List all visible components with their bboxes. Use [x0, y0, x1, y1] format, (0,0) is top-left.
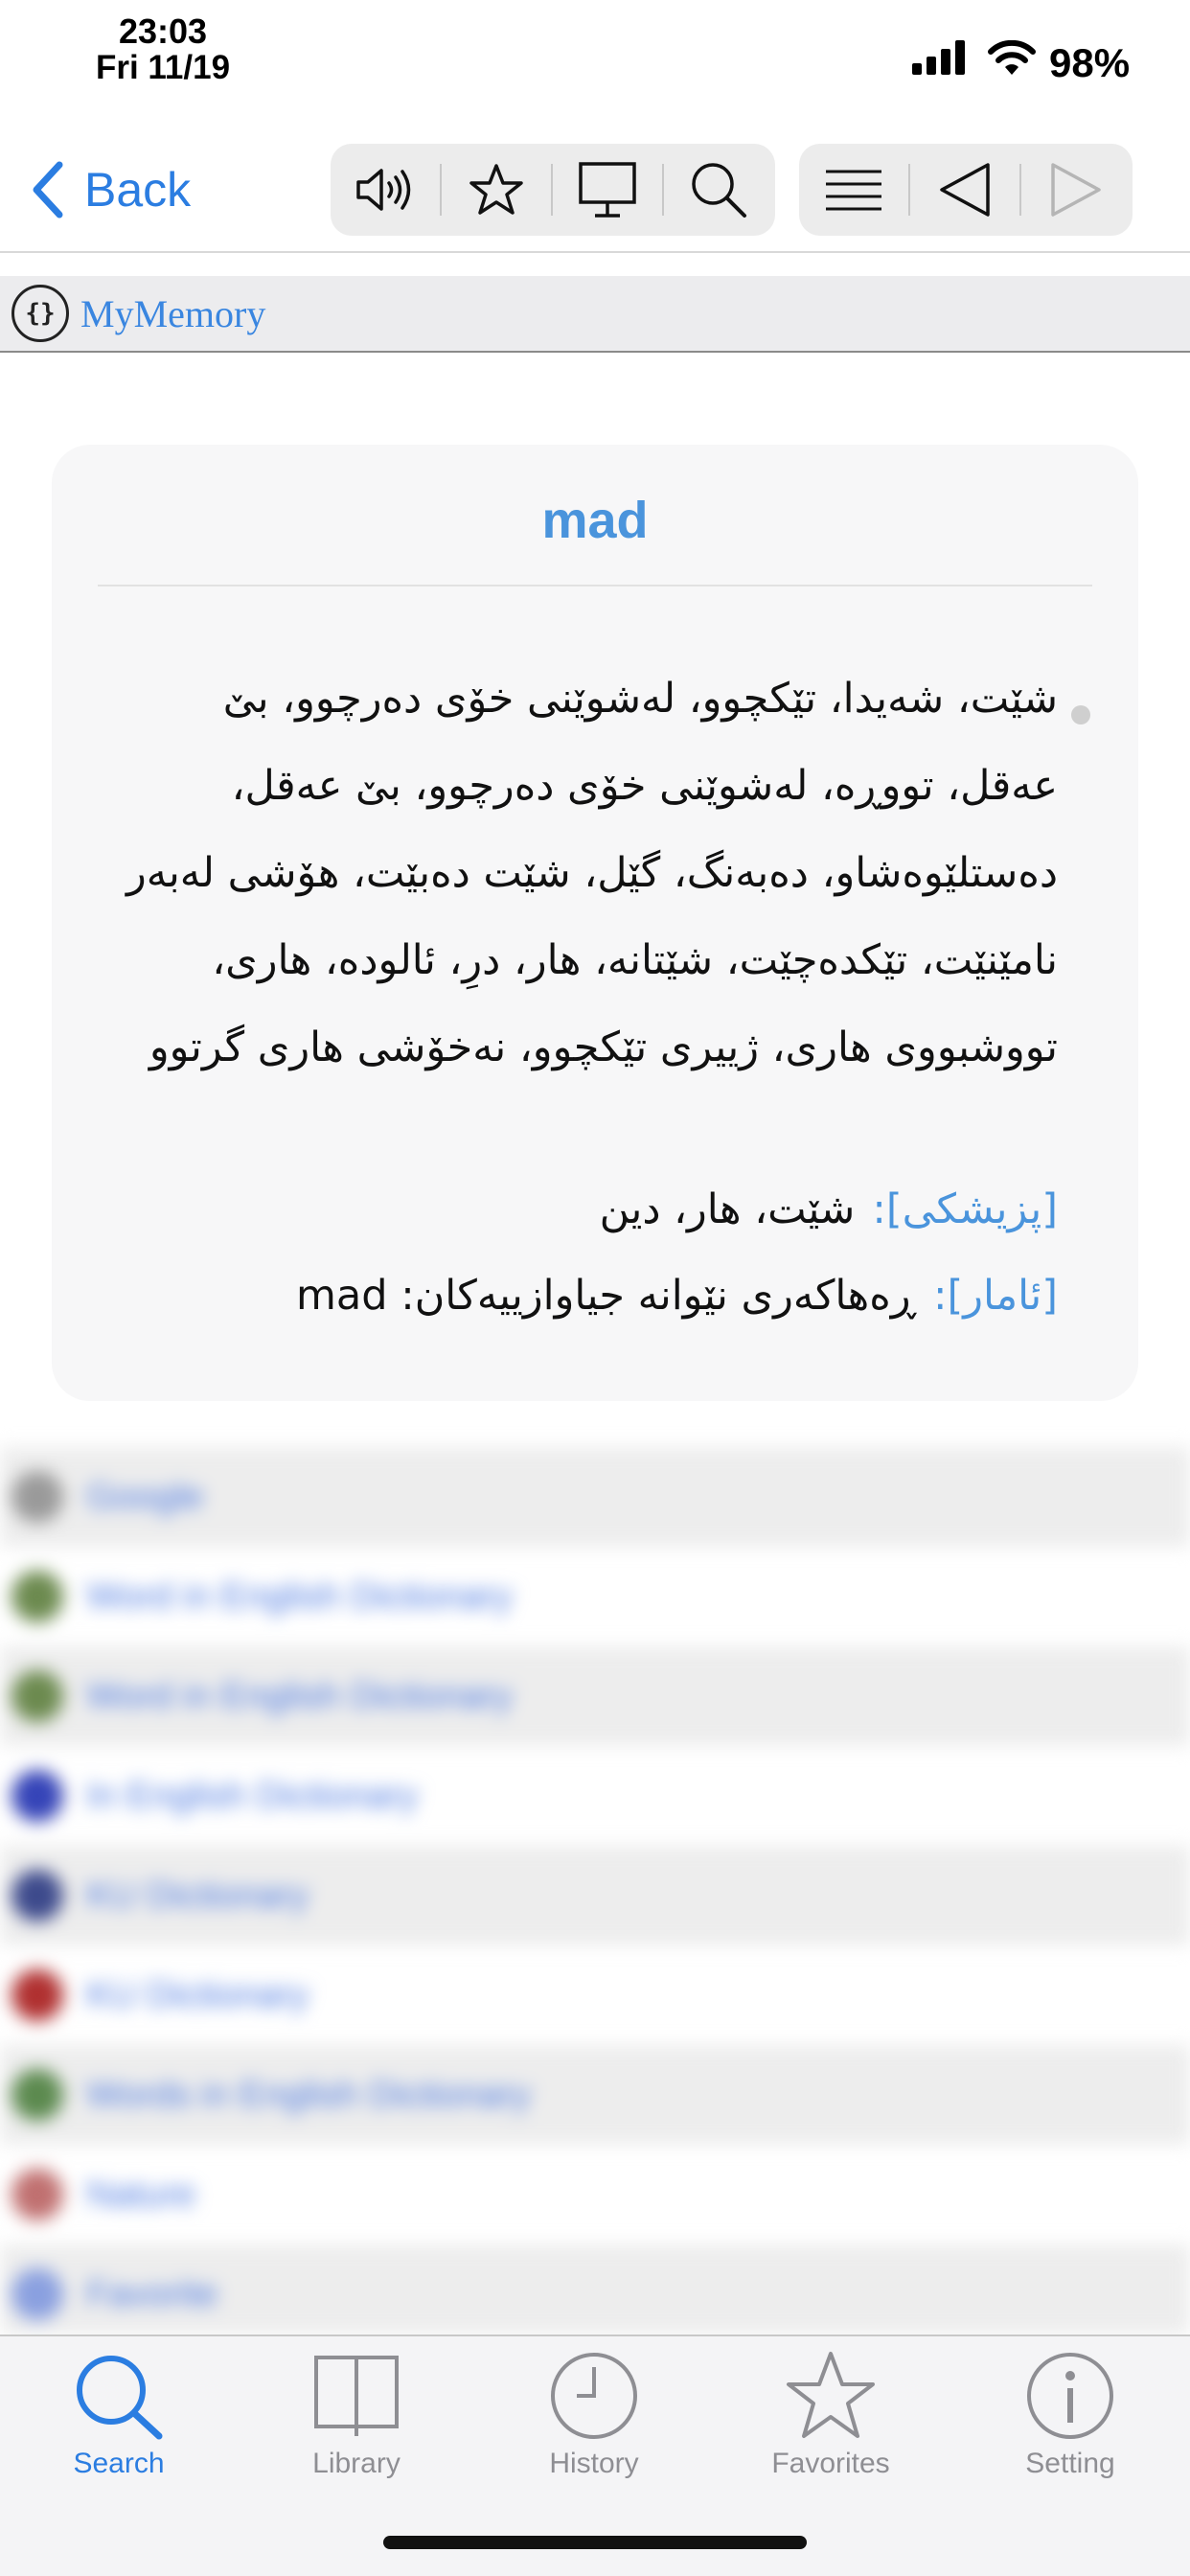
search-icon [692, 163, 746, 218]
tab-label: History [549, 2448, 639, 2479]
list-icon [826, 170, 881, 211]
dictionary-name: Word in English Dictionary [86, 1675, 513, 1716]
contents-button[interactable] [799, 144, 908, 236]
dictionary-list-item[interactable]: Favorite [0, 2244, 1190, 2334]
wifi-icon [988, 40, 1036, 75]
pronounce-button[interactable] [331, 144, 440, 236]
statistics-text: ڕەهاکەری نێوانە جیاوازییەکان: mad [296, 1272, 916, 1320]
status-bar: 23:03 Fri 11/19 98% [0, 0, 1190, 125]
dictionary-name: In English Dictionary [86, 1775, 419, 1816]
definition-bullet [1071, 705, 1090, 724]
toolbar-right-group [799, 144, 1133, 236]
definition-text: شێت، شەیدا، تێکچوو، لەشوێنی خۆی دەرچوو، … [126, 675, 1058, 1071]
dictionary-list-item[interactable]: In English Dictionary [0, 1746, 1190, 1846]
previous-icon [940, 163, 990, 217]
toolbar-left-group [331, 144, 775, 236]
dictionary-name: Words in English Dictionary [86, 2074, 531, 2115]
battery-percentage: 98% [1049, 40, 1131, 85]
dictionary-list-item[interactable]: Word in English Dictionary [0, 1646, 1190, 1746]
dictionary-name: KU Dictionary [86, 1974, 309, 2015]
display-button[interactable] [553, 144, 662, 236]
dictionary-name: Google [86, 1476, 204, 1517]
tab-setting[interactable]: Setting [974, 2350, 1166, 2494]
dictionary-name: Nature [86, 2174, 196, 2215]
dictionary-icon [11, 1571, 63, 1622]
dictionary-list-item[interactable]: Word in English Dictionary [0, 1547, 1190, 1646]
previous-entry-button[interactable] [910, 144, 1019, 236]
search-icon [77, 2356, 163, 2440]
tab-label: Library [312, 2448, 400, 2479]
home-indicator [383, 2536, 807, 2549]
tab-label: Setting [1025, 2448, 1115, 2479]
dictionary-icon [11, 1471, 63, 1523]
dictionary-list-item[interactable]: KU Dictionary [0, 1945, 1190, 2045]
dictionary-icon [11, 1969, 63, 2021]
tab-library[interactable]: Library [261, 2350, 452, 2494]
dictionary-list-item[interactable]: Nature [0, 2145, 1190, 2244]
info-icon [1027, 2353, 1113, 2439]
back-button[interactable]: Back [31, 159, 191, 220]
dictionary-icon [11, 2069, 63, 2121]
source-header[interactable]: {} MyMemory [0, 276, 1190, 353]
monitor-icon [579, 162, 636, 218]
dictionary-list-item[interactable]: Google [0, 1447, 1190, 1547]
dictionary-name: KU Dictionary [86, 1874, 309, 1916]
clock-icon [551, 2353, 637, 2439]
card-divider [98, 585, 1092, 586]
status-time: 23:03 [118, 12, 208, 51]
statistics-sense: [ئامار]: ڕەهاکەری نێوانە جیاوازییەکان: ma… [100, 1267, 1058, 1324]
find-in-page-button[interactable] [664, 144, 773, 236]
dictionary-icon [11, 1870, 63, 1921]
definition-card: mad شێت، شەیدا، تێکچوو، لەشوێنی خۆی دەرچ… [52, 445, 1138, 1401]
favorite-button[interactable] [442, 144, 551, 236]
dictionary-name: Word in English Dictionary [86, 1576, 513, 1617]
dictionary-icon [11, 2268, 63, 2320]
dictionary-list-item[interactable]: KU Dictionary [0, 1846, 1190, 1945]
tab-label: Search [73, 2448, 165, 2479]
dictionary-icon [11, 1670, 63, 1722]
headword: mad [541, 492, 649, 549]
signal-icon [912, 40, 965, 75]
book-icon [314, 2356, 399, 2436]
next-icon [1051, 163, 1101, 217]
statistics-tag: [ئامار]: [932, 1272, 1058, 1320]
blurred-dictionary-list: Google Word in English Dictionary Word in … [0, 1447, 1190, 2334]
star-icon [469, 164, 523, 215]
medical-sense: [پزیشکی]: شێت، هار، دین [100, 1181, 1058, 1238]
next-entry-button[interactable] [1021, 144, 1131, 236]
source-name: MyMemory [80, 291, 266, 335]
speaker-icon [356, 169, 411, 211]
medical-text: شێت، هار، دین [599, 1185, 856, 1233]
medical-tag: [پزیشکی]: [872, 1185, 1058, 1233]
dictionary-name: Favorite [86, 2273, 218, 2314]
tab-label: Favorites [771, 2448, 890, 2479]
status-date: Fri 11/19 [95, 49, 231, 86]
star-icon [787, 2352, 875, 2438]
back-label: Back [84, 163, 192, 217]
tab-search[interactable]: Search [23, 2350, 215, 2494]
chevron-left-icon [33, 161, 63, 218]
nav-bar: Back [0, 134, 1190, 253]
source-logo-icon: {} [11, 285, 69, 342]
dictionary-list-item[interactable]: Words in English Dictionary [0, 2045, 1190, 2145]
tab-history[interactable]: History [498, 2350, 690, 2494]
dictionary-icon [11, 2169, 63, 2220]
tab-favorites[interactable]: Favorites [735, 2350, 927, 2494]
dictionary-icon [11, 1770, 63, 1822]
